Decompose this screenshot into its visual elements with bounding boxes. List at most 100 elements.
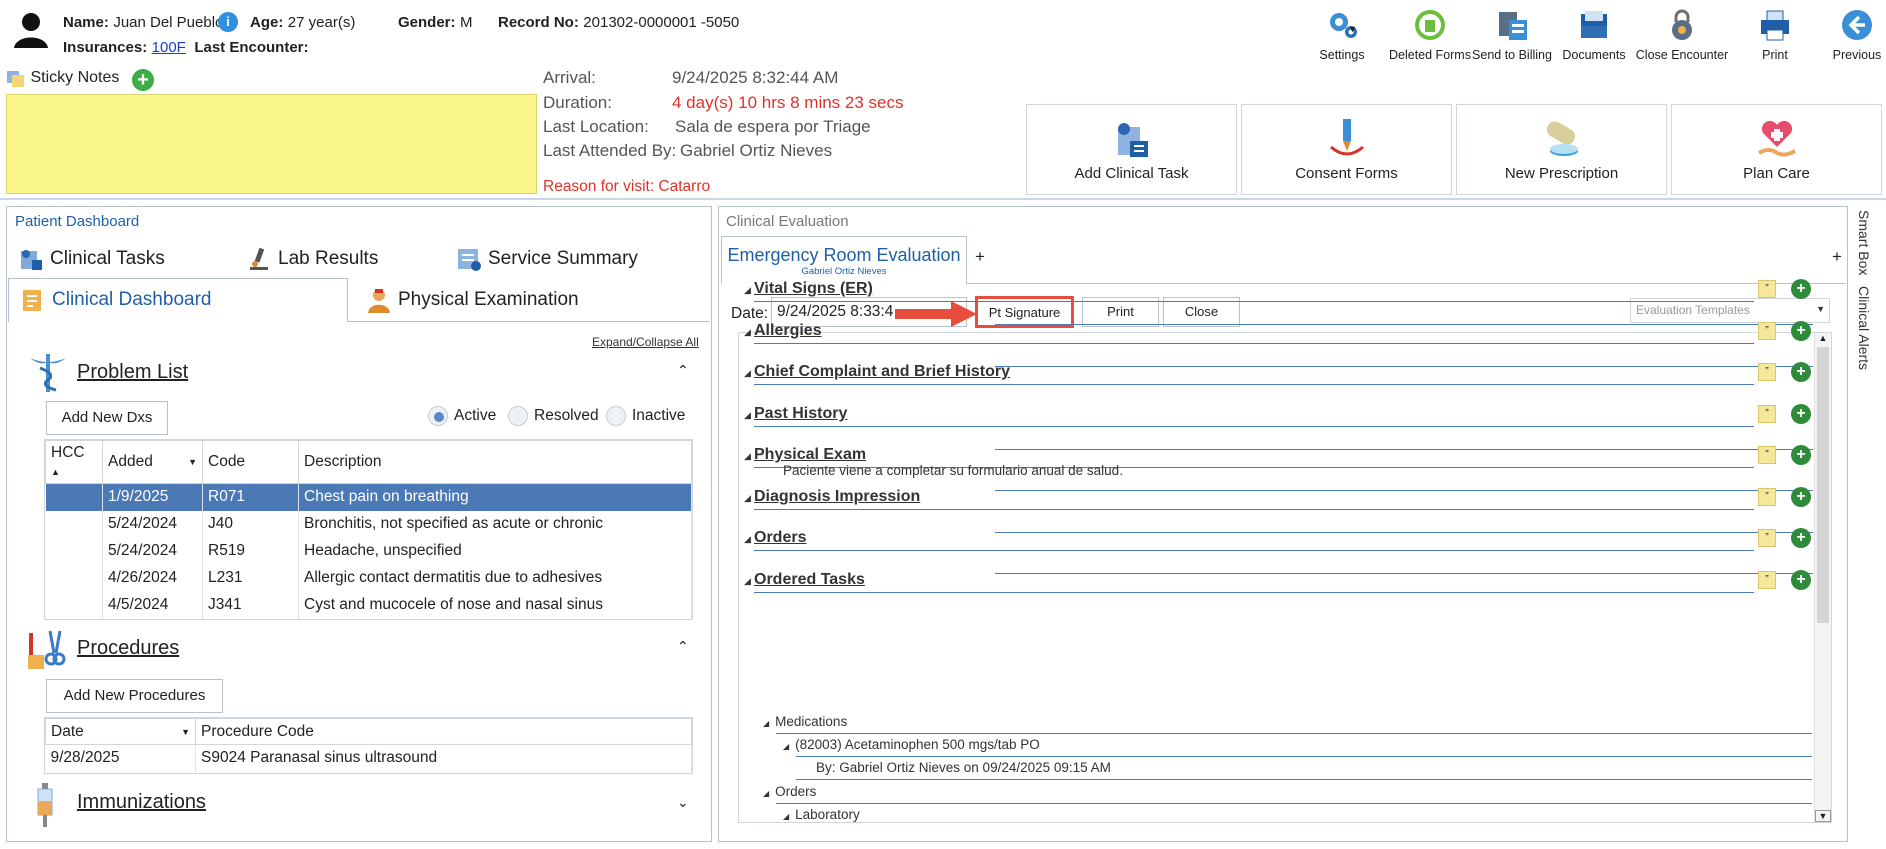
section-ordered-tasks[interactable]: Ordered Tasks (754, 571, 865, 589)
section-toggle-icon[interactable]: ◢ (744, 576, 751, 587)
duration-label: Duration: (543, 93, 612, 112)
evaluation-scrollbar[interactable]: ▲ ▼ (1814, 333, 1831, 822)
info-icon[interactable]: i (218, 12, 238, 32)
add-section-entry-button[interactable]: + (1791, 362, 1811, 382)
clinical-dashboard-icon (20, 287, 46, 313)
section-toggle-icon[interactable]: ◢ (744, 285, 751, 296)
tab-physical-examination[interactable]: Physical Examination (366, 287, 579, 313)
tab-service-summary[interactable]: Service Summary (456, 246, 638, 272)
tree-medications[interactable]: ◢ Medications (763, 714, 847, 729)
quote-note-icon[interactable]: ” (1758, 529, 1776, 547)
add-section-entry-button[interactable]: + (1791, 487, 1811, 507)
section-toggle-icon[interactable]: ◢ (744, 534, 751, 545)
section-allergies[interactable]: Allergies (754, 322, 822, 340)
section-toggle-icon[interactable]: ◢ (744, 327, 751, 338)
problem-row[interactable]: 12/20/2023R42Dizziness and giddiness (45, 618, 692, 619)
quote-note-icon[interactable]: ” (1758, 446, 1776, 464)
expand-collapse-all-link[interactable]: Expand/Collapse All (592, 335, 699, 349)
add-section-entry-button[interactable]: + (1791, 445, 1811, 465)
tree-toggle-icon[interactable]: ◢ (763, 789, 769, 798)
add-evaluation-tab-button[interactable]: + (975, 247, 985, 267)
radio-inactive[interactable] (606, 406, 626, 426)
filter-inactive[interactable]: Inactive (606, 406, 685, 426)
filter-resolved[interactable]: Resolved (508, 406, 599, 426)
section-toggle-icon[interactable]: ◢ (744, 368, 751, 379)
section-vital-signs-er[interactable]: Vital Signs (ER) (754, 280, 873, 298)
procedures-title[interactable]: Procedures (77, 637, 179, 660)
add-section-entry-button[interactable]: + (1791, 404, 1811, 424)
add-section-entry-button[interactable]: + (1791, 321, 1811, 341)
tab-lab-results[interactable]: Lab Results (246, 246, 378, 272)
section-toggle-icon[interactable]: ◢ (744, 493, 751, 504)
add-section-entry-button[interactable]: + (1791, 528, 1811, 548)
immunizations-title[interactable]: Immunizations (77, 791, 206, 814)
scroll-up-arrow[interactable]: ▲ (1815, 333, 1831, 343)
quote-note-icon[interactable]: ” (1758, 405, 1776, 423)
section-toggle-icon[interactable]: ◢ (744, 410, 751, 421)
column-header-procedure-code[interactable]: Procedure Code (195, 718, 692, 745)
section-physical-exam[interactable]: Physical Exam (754, 446, 866, 464)
side-tab-clinical-alerts[interactable]: Clinical Alerts (1856, 286, 1872, 370)
problem-row[interactable]: 5/24/2024 R519 Headache, unspecified (45, 537, 692, 565)
column-header-description[interactable]: Description (298, 440, 692, 484)
toolbar-previous-button[interactable]: Previous (1809, 8, 1886, 62)
problem-row[interactable]: 5/24/2024 J40 Bronchitis, not specified as… (45, 510, 692, 538)
sticky-note-area[interactable] (6, 94, 537, 194)
consent-forms-button[interactable]: Consent Forms (1241, 104, 1452, 195)
side-tab-smart-box[interactable]: Smart Box (1856, 210, 1872, 275)
scroll-down-arrow[interactable]: ▼ (1815, 810, 1831, 822)
problem-list-title[interactable]: Problem List (77, 361, 188, 384)
quote-note-icon[interactable]: ” (1758, 571, 1776, 589)
toolbar-settings-button[interactable]: Settings (1294, 8, 1390, 62)
procedure-row[interactable]: 9/28/2025 S9024 Paranasal sinus ultrasoun… (45, 744, 692, 772)
tree-toggle-icon[interactable]: ◢ (783, 812, 789, 821)
add-panel-button[interactable]: + (1832, 247, 1842, 267)
problem-list-table: HCC ▲ Added ▼ Code Description 1/9/2025 R… (44, 439, 693, 620)
add-section-entry-button[interactable]: + (1791, 570, 1811, 590)
section-chief-complaint-and-brief-history[interactable]: Chief Complaint and Brief History (754, 363, 1010, 381)
quote-note-icon[interactable]: ” (1758, 488, 1776, 506)
new-prescription-button[interactable]: New Prescription (1456, 104, 1667, 195)
service-summary-icon (456, 246, 482, 272)
problem-row[interactable]: 4/5/2024 J341 Cyst and mucocele of nose an… (45, 591, 692, 619)
problem-row[interactable]: 1/9/2025 R071 Chest pain on breathing (45, 483, 692, 511)
quote-note-icon[interactable]: ” (1758, 280, 1776, 298)
add-new-procedures-button[interactable]: Add New Procedures (46, 679, 223, 713)
section-diagnosis-impression[interactable]: Diagnosis Impression (754, 488, 920, 506)
tab-clinical-dashboard[interactable]: Clinical Dashboard (20, 287, 211, 313)
add-new-dxs-button[interactable]: Add New Dxs (46, 401, 168, 435)
radio-active[interactable] (428, 406, 448, 426)
problem-row[interactable]: 4/26/2024 L231 Allergic contact dermatitis… (45, 564, 692, 592)
section-toggle-icon[interactable]: ◢ (744, 451, 751, 462)
toolbar-documents-button[interactable]: Documents (1546, 8, 1642, 62)
radio-resolved[interactable] (508, 406, 528, 426)
problem-cell-added: 5/24/2024 (102, 510, 203, 538)
column-header-code[interactable]: Code (202, 440, 299, 484)
insurance-link[interactable]: 100F (152, 39, 186, 56)
procedures-collapse-icon[interactable]: ⌃ (677, 638, 689, 655)
quote-note-icon[interactable]: ” (1758, 363, 1776, 381)
plan-care-button[interactable]: Plan Care (1671, 104, 1882, 195)
filter-active[interactable]: Active (428, 406, 496, 426)
column-header-date[interactable]: Date ▼ (45, 718, 196, 745)
quote-note-icon[interactable]: ” (1758, 322, 1776, 340)
tree-toggle-icon[interactable]: ◢ (763, 719, 769, 728)
tree-orders[interactable]: ◢ Orders (763, 784, 816, 799)
section-past-history[interactable]: Past History (754, 405, 847, 423)
column-header-hcc[interactable]: HCC ▲ (45, 440, 103, 484)
scroll-thumb[interactable] (1817, 347, 1829, 623)
toolbar-close-encounter-button[interactable]: Close Encounter (1634, 8, 1730, 62)
add-clinical-task-button[interactable]: Add Clinical Task (1026, 104, 1237, 195)
section-orders[interactable]: Orders (754, 529, 806, 547)
add-sticky-note-button[interactable]: + (132, 69, 154, 91)
immunizations-expand-icon[interactable]: ⌄ (677, 794, 689, 811)
column-header-added[interactable]: Added ▼ (102, 440, 203, 484)
tab-clinical-tasks[interactable]: Clinical Tasks (18, 246, 165, 272)
tree-laboratory[interactable]: ◢ Laboratory (783, 807, 860, 822)
tab-emergency-room-evaluation[interactable]: Emergency Room Evaluation Gabriel Ortiz … (721, 236, 967, 284)
add-section-entry-button[interactable]: + (1791, 279, 1811, 299)
tree-med-item[interactable]: ◢ (82003) Acetaminophen 500 mgs/tab PO (783, 737, 1040, 752)
problem-list-collapse-icon[interactable]: ⌃ (677, 362, 689, 379)
tree-toggle-icon[interactable]: ◢ (783, 742, 789, 751)
settings-dropdown-arrow[interactable]: ▼ (1348, 24, 1357, 34)
